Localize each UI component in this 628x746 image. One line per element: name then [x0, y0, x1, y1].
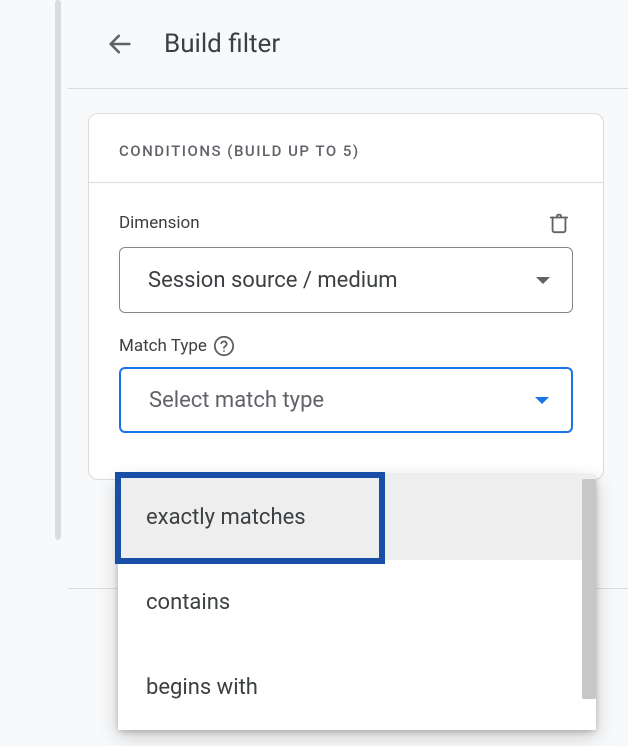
trash-icon — [548, 212, 570, 234]
condition-row: Dimension Session source / medium Match … — [89, 183, 603, 479]
dropdown-option-exactly-matches[interactable]: exactly matches — [118, 475, 596, 560]
chevron-down-icon — [535, 397, 549, 404]
dimension-label-row: Dimension — [119, 209, 573, 237]
dropdown-option-begins-with[interactable]: begins with — [118, 645, 596, 730]
conditions-section-label: CONDITIONS (BUILD UP TO 5) — [89, 114, 603, 183]
panel-header: Build filter — [0, 0, 628, 88]
match-type-select[interactable]: Select match type — [119, 367, 573, 433]
delete-condition-button[interactable] — [545, 209, 573, 237]
arrow-back-icon — [106, 30, 134, 58]
dimension-select-value: Session source / medium — [148, 268, 398, 293]
dropdown-option-contains[interactable]: contains — [118, 560, 596, 645]
help-icon[interactable] — [213, 335, 235, 357]
header-divider — [68, 88, 628, 89]
back-button[interactable] — [100, 24, 140, 64]
match-type-dropdown: exactly matches contains begins with — [118, 475, 596, 730]
panel-resize-edge — [55, 0, 61, 540]
dimension-select[interactable]: Session source / medium — [119, 247, 573, 313]
match-type-placeholder: Select match type — [149, 388, 324, 413]
chevron-down-icon — [536, 277, 550, 284]
dimension-label: Dimension — [119, 213, 200, 233]
page-title: Build filter — [164, 29, 280, 59]
conditions-card: CONDITIONS (BUILD UP TO 5) Dimension Ses… — [88, 113, 604, 480]
dropdown-scrollbar[interactable] — [582, 479, 596, 699]
match-type-label: Match Type — [119, 336, 207, 356]
match-type-label-row: Match Type — [119, 335, 573, 357]
